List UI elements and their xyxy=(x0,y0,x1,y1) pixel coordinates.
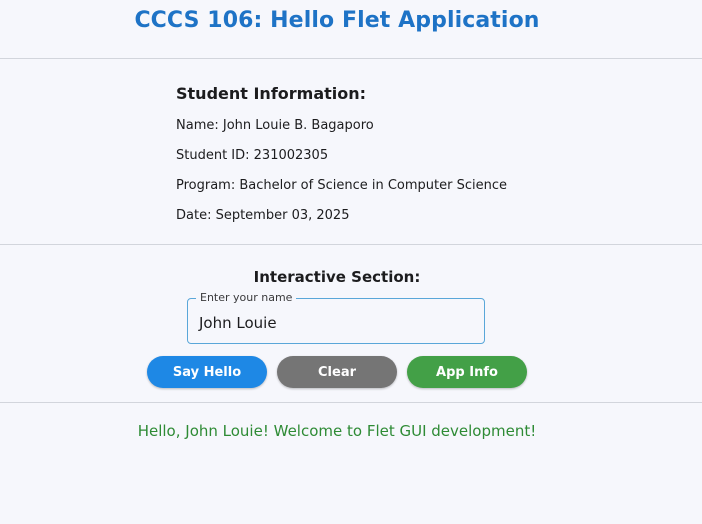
student-info-section: Student Information: Name: John Louie B.… xyxy=(176,82,507,223)
name-input-value[interactable]: John Louie xyxy=(199,314,277,332)
student-date: Date: September 03, 2025 xyxy=(176,208,350,223)
page-title: CCCS 106: Hello Flet Application xyxy=(134,8,540,33)
greeting-message: Hello, John Louie! Welcome to Flet GUI d… xyxy=(137,422,537,440)
name-input-label: Enter your name xyxy=(196,291,297,305)
divider-bottom xyxy=(0,402,702,403)
student-name: Name: John Louie B. Bagaporo xyxy=(176,118,374,133)
app-info-button[interactable]: App Info xyxy=(407,356,527,388)
clear-button[interactable]: Clear xyxy=(277,356,397,388)
student-program: Program: Bachelor of Science in Computer… xyxy=(176,178,507,193)
student-info-heading: Student Information: xyxy=(176,84,367,103)
student-id: Student ID: 231002305 xyxy=(176,148,329,163)
divider-middle xyxy=(0,244,702,245)
name-input[interactable]: Enter your name John Louie xyxy=(187,291,485,344)
divider-top xyxy=(0,58,702,59)
interactive-section-heading: Interactive Section: xyxy=(253,268,421,286)
say-hello-button[interactable]: Say Hello xyxy=(147,356,267,388)
